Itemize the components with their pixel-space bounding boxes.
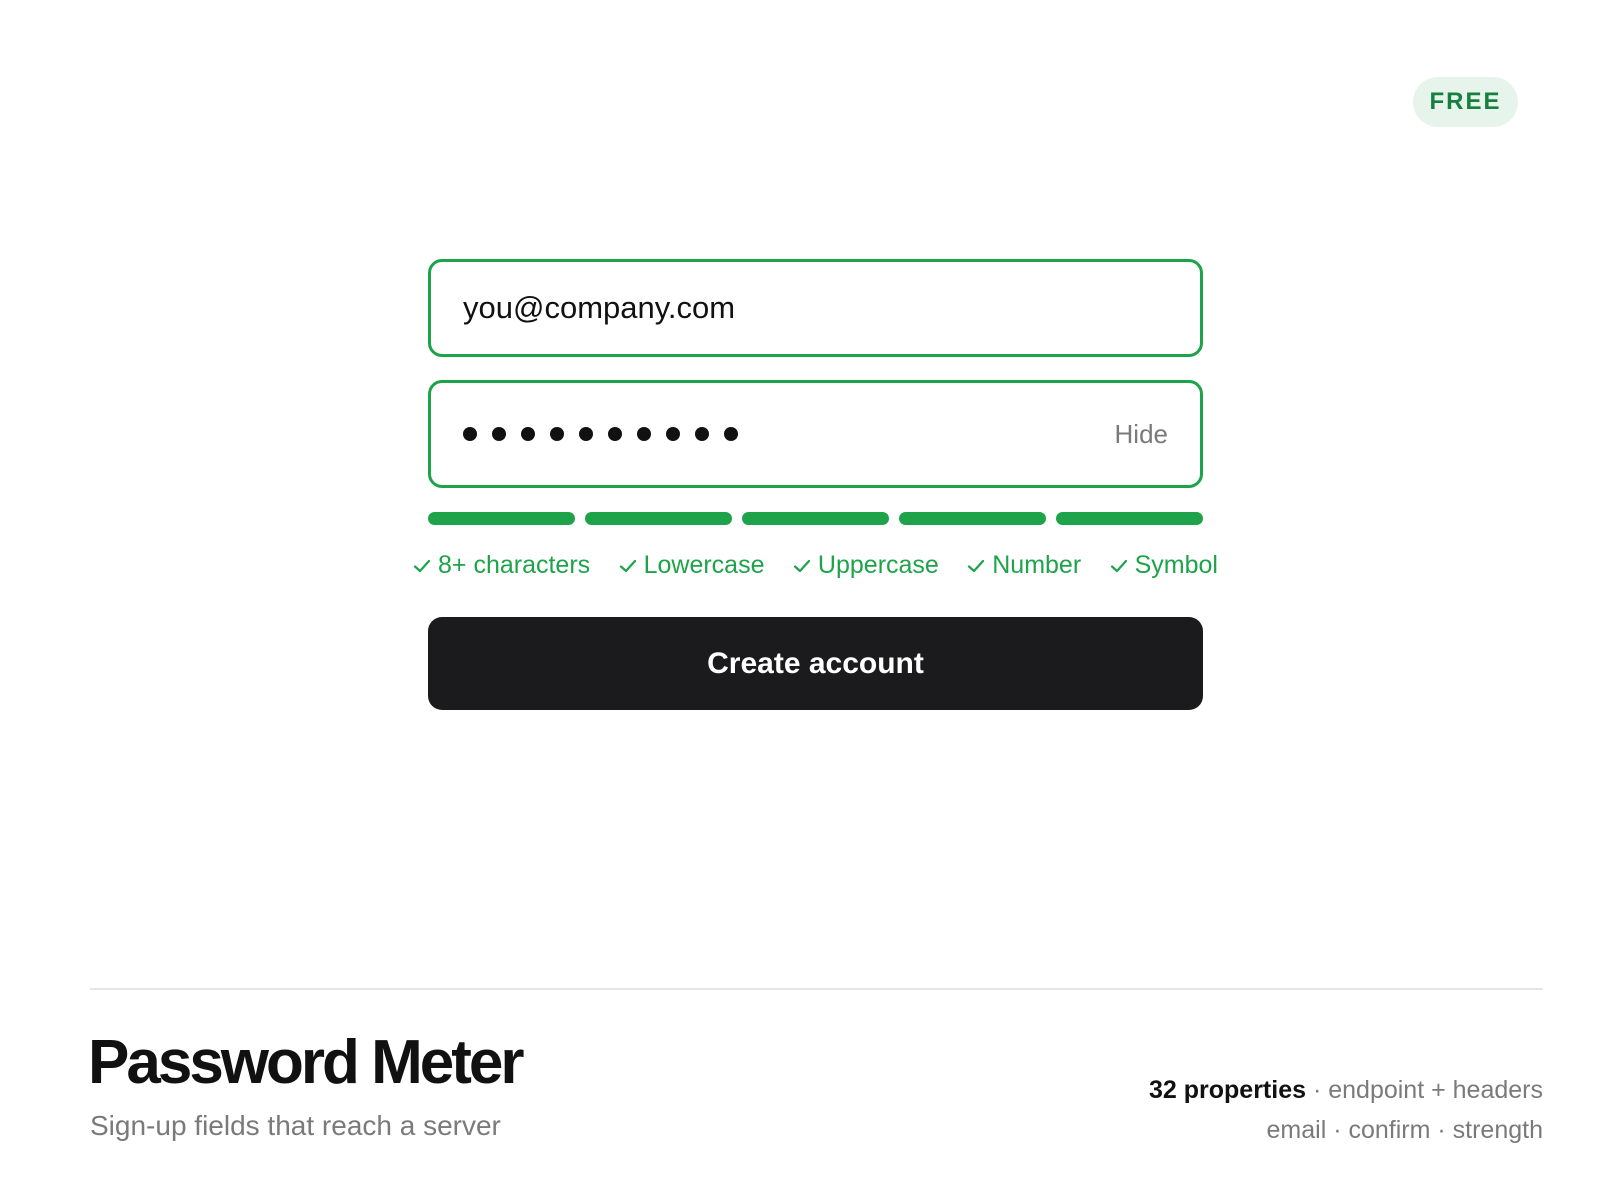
password-dot (608, 427, 622, 441)
password-dot (463, 427, 477, 441)
requirement-length: 8+ characters (413, 551, 590, 580)
strength-meter (428, 512, 1203, 525)
properties-count: 32 properties (1149, 1076, 1307, 1104)
strength-segment (742, 512, 889, 525)
requirement-label: Lowercase (643, 551, 765, 579)
requirement-label: 8+ characters (438, 551, 591, 579)
requirement-label: Symbol (1134, 551, 1218, 579)
component-meta: 32 properties · endpoint + headers email… (1149, 1070, 1543, 1150)
requirement-label: Uppercase (817, 551, 939, 579)
check-icon (968, 559, 985, 572)
password-field[interactable]: Hide (428, 380, 1203, 488)
meta-line-2: email · confirm · strength (1266, 1116, 1543, 1144)
meta-line-1: 32 properties · endpoint + headers (1149, 1070, 1543, 1110)
check-icon (413, 559, 431, 572)
page-title: Password Meter (88, 1028, 525, 1097)
hide-password-toggle[interactable]: Hide (1115, 419, 1168, 450)
requirement-number: Number (967, 551, 1081, 580)
email-field[interactable]: you@company.com (428, 259, 1203, 357)
email-value: you@company.com (463, 290, 736, 325)
check-icon (1110, 559, 1127, 572)
strength-segment (585, 512, 732, 525)
password-dot (521, 427, 535, 441)
password-dot (579, 427, 593, 441)
footer-divider (90, 988, 1543, 990)
free-badge: FREE (1413, 77, 1518, 127)
password-dot (492, 427, 506, 441)
signup-form: you@company.com Hide (428, 259, 1203, 525)
page-subtitle: Sign-up fields that reach a server (90, 1110, 501, 1141)
check-icon (619, 559, 636, 572)
strength-segment (1056, 512, 1203, 525)
password-dot (637, 427, 651, 441)
strength-segment (428, 512, 575, 525)
requirement-uppercase: Uppercase (793, 551, 939, 580)
meta-endpoint: · endpoint + headers (1306, 1076, 1543, 1104)
password-requirements: 8+ characters Lowercase Uppercase Number… (413, 551, 1218, 580)
strength-segment (899, 512, 1046, 525)
password-dot (724, 427, 738, 441)
requirement-label: Number (992, 551, 1082, 579)
password-dot (695, 427, 709, 441)
requirement-symbol: Symbol (1110, 551, 1218, 580)
create-account-button[interactable]: Create account (428, 617, 1203, 710)
password-dot (666, 427, 680, 441)
password-masked-value (463, 427, 738, 441)
requirement-lowercase: Lowercase (619, 551, 765, 580)
password-dot (550, 427, 564, 441)
check-icon (793, 559, 811, 572)
